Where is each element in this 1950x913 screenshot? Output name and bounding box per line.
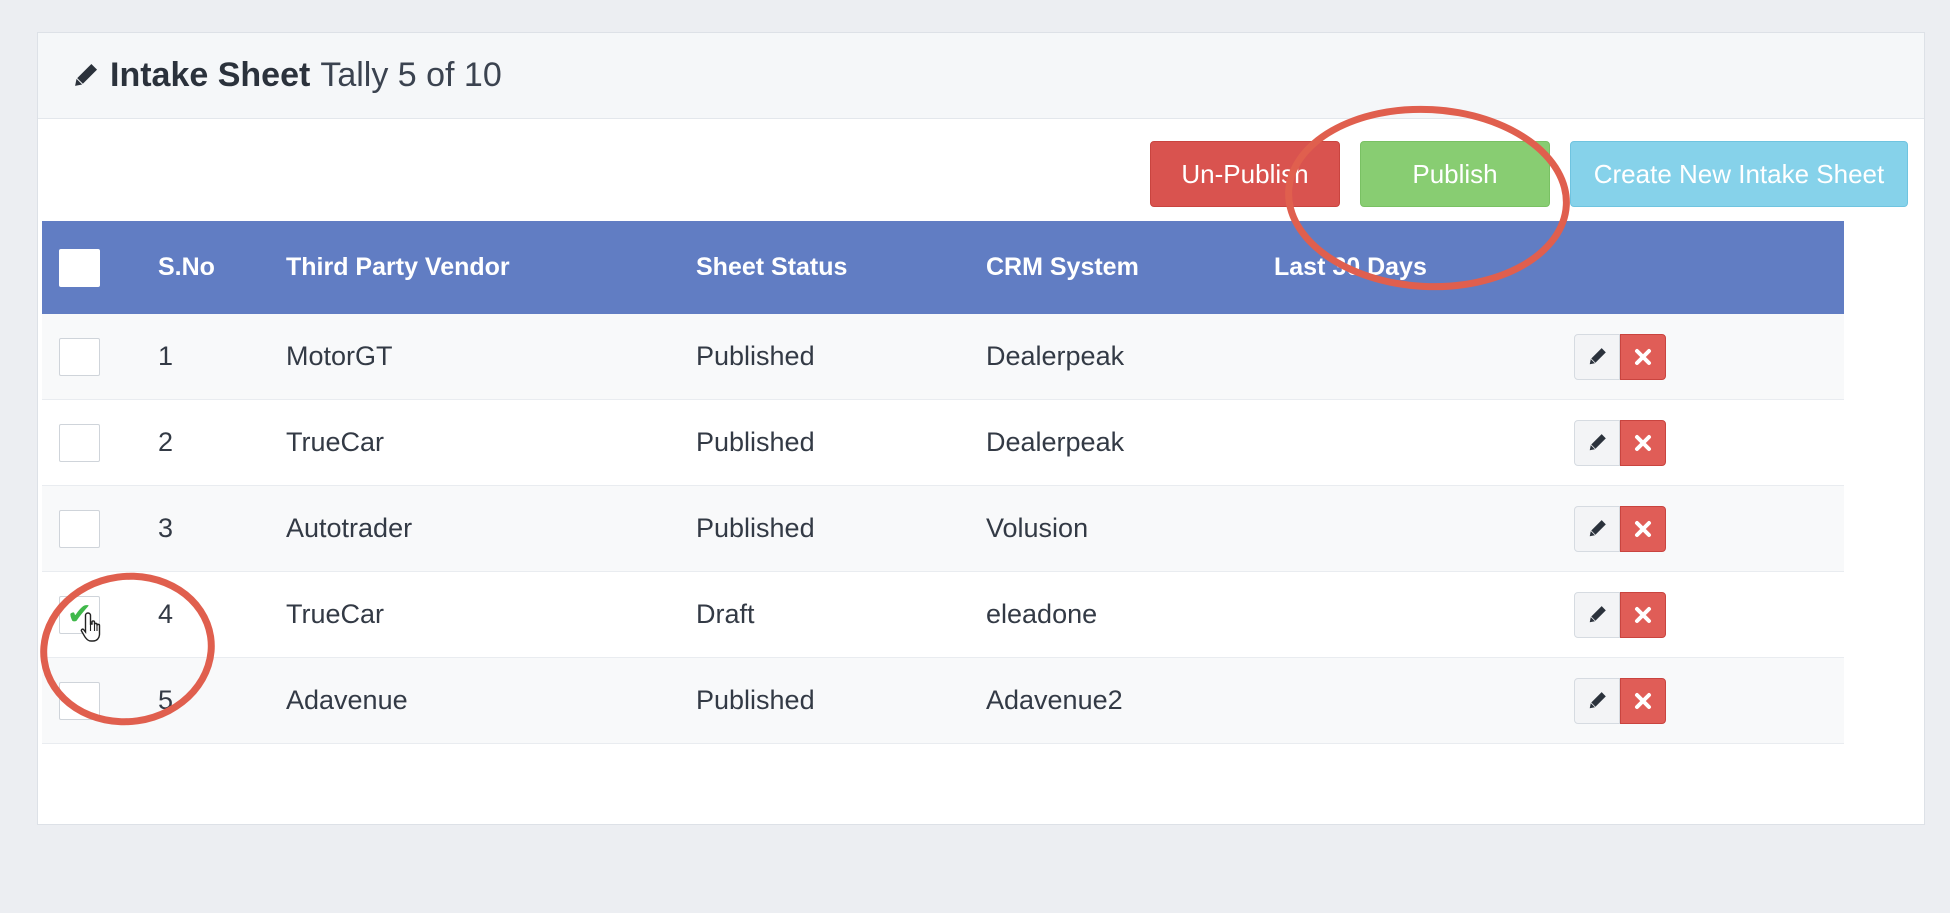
panel-header: Intake Sheet Tally 5 of 10: [38, 33, 1924, 119]
row-checkbox[interactable]: ✔: [59, 595, 101, 642]
row-checkbox[interactable]: [59, 337, 100, 376]
column-header-vendor: Third Party Vendor: [286, 253, 510, 281]
delete-button[interactable]: [1620, 505, 1666, 552]
close-icon: [1635, 520, 1651, 537]
pencil-icon: [1589, 347, 1606, 364]
edit-button[interactable]: [1574, 333, 1620, 380]
table-row: 3 Autotrader Published Volusion: [42, 486, 1844, 572]
row-checkbox[interactable]: [59, 681, 100, 720]
delete-button[interactable]: [1620, 677, 1666, 724]
table-row: 1 MotorGT Published Dealerpeak: [42, 314, 1844, 400]
row-crm: Volusion: [986, 513, 1089, 543]
row-sno: 1: [158, 341, 174, 371]
unpublish-button[interactable]: Un-Publish: [1150, 141, 1340, 207]
pencil-icon: [1589, 433, 1606, 450]
row-crm: Dealerpeak: [986, 427, 1125, 457]
row-status: Published: [696, 685, 815, 715]
row-sno: 2: [158, 427, 174, 457]
edit-button[interactable]: [1574, 677, 1620, 724]
close-icon: [1635, 606, 1651, 623]
row-sno: 4: [158, 599, 174, 629]
delete-button[interactable]: [1620, 419, 1666, 466]
column-header-sno: S.No: [158, 253, 215, 281]
close-icon: [1635, 348, 1651, 365]
row-crm: Dealerpeak: [986, 341, 1125, 371]
row-status: Published: [696, 513, 815, 543]
column-header-status: Sheet Status: [696, 253, 848, 281]
column-header-last30: Last 30 Days: [1274, 253, 1427, 281]
row-vendor: Autotrader: [286, 513, 413, 543]
edit-button[interactable]: [1574, 419, 1620, 466]
close-icon: [1635, 434, 1651, 451]
table-row: 5 Adavenue Published Adavenue2: [42, 658, 1844, 744]
row-sno: 5: [158, 685, 174, 715]
row-crm: Adavenue2: [986, 685, 1123, 715]
row-status: Published: [696, 427, 815, 457]
edit-button[interactable]: [1574, 591, 1620, 638]
row-vendor: TrueCar: [286, 427, 385, 457]
row-vendor: TrueCar: [286, 599, 385, 629]
hand-cursor-icon: [80, 611, 101, 642]
table-row: 2 TrueCar Published Dealerpeak: [42, 400, 1844, 486]
intake-sheet-table: S.No Third Party Vendor Sheet Status CRM…: [42, 221, 1844, 744]
column-header-crm: CRM System: [986, 253, 1139, 281]
pencil-icon: [1589, 691, 1606, 708]
publish-button[interactable]: Publish: [1360, 141, 1550, 207]
toolbar: Un-Publish Publish Create New Intake She…: [1150, 141, 1908, 207]
select-all-checkbox[interactable]: [59, 248, 100, 287]
edit-button[interactable]: [1574, 505, 1620, 552]
delete-button[interactable]: [1620, 333, 1666, 380]
row-sno: 3: [158, 513, 174, 543]
table-row: ✔ 4 TrueCar Draft eleadone: [42, 572, 1844, 658]
tally-count: Tally 5 of 10: [320, 56, 502, 94]
row-crm: eleadone: [986, 599, 1098, 629]
row-status: Published: [696, 341, 815, 371]
page-title: Intake Sheet: [110, 56, 311, 94]
row-vendor: Adavenue: [286, 685, 408, 715]
table-header: S.No Third Party Vendor Sheet Status CRM…: [42, 221, 1844, 314]
row-status: Draft: [696, 599, 755, 629]
create-intake-sheet-button[interactable]: Create New Intake Sheet: [1570, 141, 1908, 207]
pencil-icon: [1589, 519, 1606, 536]
row-vendor: MotorGT: [286, 341, 393, 371]
row-checkbox[interactable]: [59, 509, 100, 548]
pencil-icon: [70, 61, 100, 91]
pencil-icon: [1589, 605, 1606, 622]
row-checkbox[interactable]: [59, 423, 100, 462]
close-icon: [1635, 692, 1651, 709]
delete-button[interactable]: [1620, 591, 1666, 638]
